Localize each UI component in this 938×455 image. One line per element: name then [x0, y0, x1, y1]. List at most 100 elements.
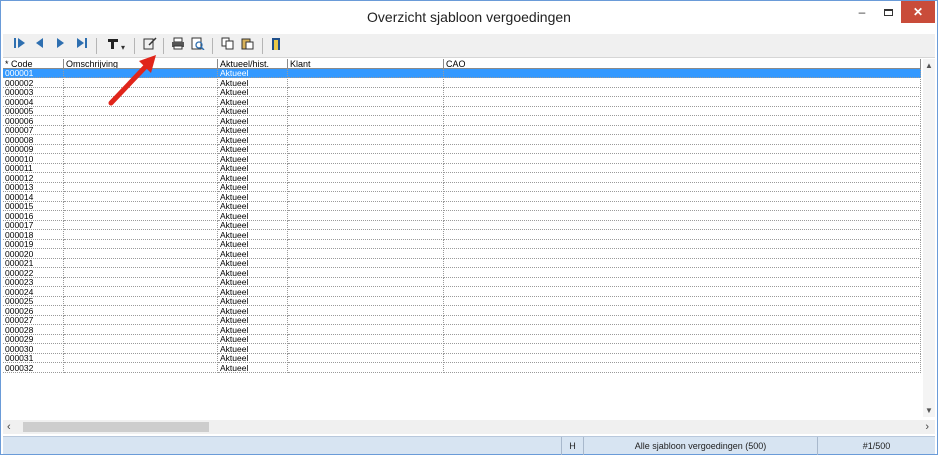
table-row[interactable]: 000029 Aktueel	[3, 335, 921, 344]
cell-cao	[444, 325, 921, 335]
table-row[interactable]: 000032 Aktueel	[3, 363, 921, 373]
cell-cao	[444, 126, 921, 135]
cell-code: 000027	[3, 316, 64, 325]
horizontal-scrollbar[interactable]: ‹ ›	[3, 420, 935, 434]
table-row[interactable]: 000009 Aktueel	[3, 145, 921, 154]
cell-aktueel-hist: Aktueel	[218, 116, 288, 126]
cell-klant	[288, 164, 444, 173]
table-row[interactable]: 000025 Aktueel	[3, 297, 921, 306]
cell-code: 000023	[3, 278, 64, 287]
paste-button[interactable]	[239, 37, 257, 55]
cell-aktueel-hist: Aktueel	[218, 69, 288, 78]
table-row[interactable]: 000027 Aktueel	[3, 316, 921, 325]
previous-record-button[interactable]	[31, 37, 49, 55]
table-row[interactable]: 000024 Aktueel	[3, 287, 921, 297]
cell-cao	[444, 335, 921, 344]
title-bar[interactable]: Overzicht sjabloon vergoedingen – ✕	[1, 1, 937, 33]
table-row[interactable]: 000008 Aktueel	[3, 135, 921, 145]
table-row[interactable]: 000026 Aktueel	[3, 306, 921, 316]
first-record-icon	[14, 38, 25, 48]
cell-cao	[444, 240, 921, 249]
column-header-klant[interactable]: Klant	[288, 59, 444, 69]
cell-aktueel-hist: Aktueel	[218, 354, 288, 363]
cell-omschrijving	[64, 126, 218, 135]
cell-code: 000028	[3, 325, 64, 335]
table-row[interactable]: 000021 Aktueel	[3, 259, 921, 268]
column-header-cao[interactable]: CAO	[444, 59, 921, 69]
table-row[interactable]: 000020 Aktueel	[3, 249, 921, 259]
table-row[interactable]: 000011 Aktueel	[3, 164, 921, 173]
cell-omschrijving	[64, 164, 218, 173]
cell-omschrijving	[64, 183, 218, 192]
window-title: Overzicht sjabloon vergoedingen	[367, 9, 571, 25]
toolbar-separator	[212, 38, 213, 54]
copy-button[interactable]	[219, 37, 237, 55]
door-exit-icon	[272, 38, 280, 50]
table-row[interactable]: 000015 Aktueel	[3, 202, 921, 211]
cell-klant	[288, 173, 444, 183]
print-preview-button[interactable]	[189, 37, 207, 55]
table-row[interactable]: 000031 Aktueel	[3, 354, 921, 363]
cell-aktueel-hist: Aktueel	[218, 297, 288, 306]
last-record-button[interactable]	[71, 37, 91, 55]
vertical-scrollbar[interactable]: ▲ ▼	[923, 59, 935, 417]
table-row[interactable]: 000030 Aktueel	[3, 344, 921, 354]
cell-code: 000005	[3, 107, 64, 116]
records-grid[interactable]: * Code Omschrijving Aktueel/hist. Klant …	[3, 59, 935, 417]
column-header-code[interactable]: * Code	[3, 59, 64, 69]
table-row[interactable]: 000022 Aktueel	[3, 268, 921, 278]
cell-code: 000029	[3, 335, 64, 344]
column-header-aktueel-hist[interactable]: Aktueel/hist.	[218, 59, 288, 69]
cell-klant	[288, 126, 444, 135]
cell-cao	[444, 202, 921, 211]
cell-klant	[288, 211, 444, 221]
cell-aktueel-hist: Aktueel	[218, 211, 288, 221]
table-row[interactable]: 000006 Aktueel	[3, 116, 921, 126]
next-record-button[interactable]	[51, 37, 69, 55]
table-row[interactable]: 000023 Aktueel	[3, 278, 921, 287]
horizontal-scroll-thumb[interactable]	[23, 422, 209, 432]
cell-code: 000006	[3, 116, 64, 126]
cell-cao	[444, 287, 921, 297]
table-row[interactable]: 000016 Aktueel	[3, 211, 921, 221]
cell-aktueel-hist: Aktueel	[218, 97, 288, 107]
cell-aktueel-hist: Aktueel	[218, 240, 288, 249]
cell-code: 000002	[3, 78, 64, 88]
last-record-icon	[77, 38, 87, 48]
cell-klant	[288, 69, 444, 78]
cell-omschrijving	[64, 145, 218, 154]
table-row[interactable]: 000007 Aktueel	[3, 126, 921, 135]
exit-button[interactable]	[267, 37, 285, 55]
table-row[interactable]: 000010 Aktueel	[3, 154, 921, 164]
print-button[interactable]	[169, 37, 187, 55]
scroll-down-icon[interactable]: ▼	[925, 406, 933, 415]
table-row[interactable]: 000014 Aktueel	[3, 192, 921, 202]
cell-klant	[288, 78, 444, 88]
cell-aktueel-hist: Aktueel	[218, 202, 288, 211]
scroll-up-icon[interactable]: ▲	[925, 61, 933, 70]
cell-aktueel-hist: Aktueel	[218, 363, 288, 373]
table-row[interactable]: 000013 Aktueel	[3, 183, 921, 192]
cell-omschrijving	[64, 306, 218, 316]
cell-code: 000021	[3, 259, 64, 268]
table-row[interactable]: 000017 Aktueel	[3, 221, 921, 230]
cell-klant	[288, 192, 444, 202]
cell-code: 000011	[3, 164, 64, 173]
cell-code: 000020	[3, 249, 64, 259]
table-row[interactable]: 000019 Aktueel	[3, 240, 921, 249]
cell-omschrijving	[64, 363, 218, 373]
scroll-right-icon[interactable]: ›	[925, 420, 929, 434]
cell-omschrijving	[64, 344, 218, 354]
table-row[interactable]: 000012 Aktueel	[3, 173, 921, 183]
cell-omschrijving	[64, 230, 218, 240]
cell-klant	[288, 278, 444, 287]
table-row[interactable]: 000018 Aktueel	[3, 230, 921, 240]
first-record-button[interactable]	[11, 37, 29, 55]
table-row[interactable]: 000028 Aktueel	[3, 325, 921, 335]
cell-aktueel-hist: Aktueel	[218, 88, 288, 97]
close-button[interactable]: ✕	[901, 1, 935, 23]
minimize-button[interactable]: –	[849, 1, 875, 23]
cell-cao	[444, 278, 921, 287]
maximize-button[interactable]	[875, 1, 901, 23]
scroll-left-icon[interactable]: ‹	[7, 420, 11, 434]
